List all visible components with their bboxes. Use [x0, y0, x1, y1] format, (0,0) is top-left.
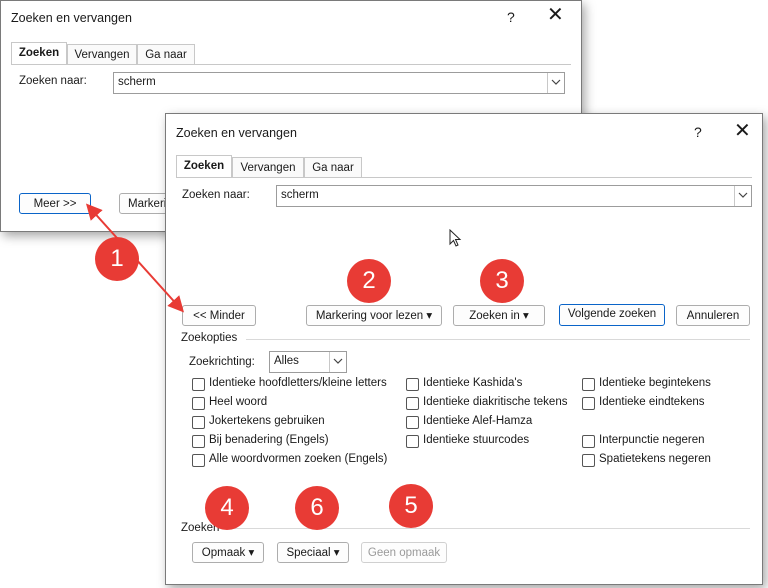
checkbox-sounds-like[interactable]: Bij benadering (Engels): [192, 434, 402, 450]
checkbox-box[interactable]: [406, 416, 419, 429]
checkbox-label: Spatietekens negeren: [599, 453, 711, 465]
tab-vervangen[interactable]: Vervangen: [232, 157, 304, 178]
checkbox-box[interactable]: [192, 378, 205, 391]
find-dropdown-arrow[interactable]: [734, 186, 751, 206]
checkbox-label: Heel woord: [209, 396, 268, 408]
search-options-divider: [246, 339, 750, 340]
mouse-cursor-icon: [449, 229, 462, 247]
front-dialog: Zoeken en vervangen ? ✕ Zoeken Vervangen…: [165, 113, 763, 585]
back-tab-ga-naar[interactable]: Ga naar: [137, 44, 195, 65]
checkbox-match-diacritics[interactable]: Identieke diakritische tekens: [406, 396, 576, 412]
checkbox-box[interactable]: [582, 454, 595, 467]
checkbox-box[interactable]: [192, 416, 205, 429]
tab-ga-naar[interactable]: Ga naar: [304, 157, 362, 178]
back-tab-strip: Zoeken Vervangen Ga naar: [11, 42, 571, 65]
badge-6: 6: [295, 486, 339, 530]
front-dialog-title: Zoeken en vervangen: [176, 126, 297, 140]
badge-3: 3: [480, 259, 524, 303]
search-options-title: Zoekopties: [181, 332, 238, 344]
badge-2: 2: [347, 259, 391, 303]
checkbox-box[interactable]: [192, 397, 205, 410]
front-close-button[interactable]: ✕: [734, 121, 751, 141]
checkbox-box[interactable]: [192, 435, 205, 448]
direction-label: Zoekrichting:: [189, 356, 255, 368]
checkbox-ignore-whitespace[interactable]: Spatietekens negeren: [582, 453, 752, 469]
checkbox-label: Alle woordvormen zoeken (Engels): [209, 453, 388, 465]
badge-1: 1: [95, 237, 139, 281]
checkbox-match-control[interactable]: Identieke stuurcodes: [406, 434, 576, 450]
back-tab-divider: [11, 64, 571, 65]
special-button[interactable]: Speciaal ▾: [277, 542, 349, 563]
front-help-button[interactable]: ?: [694, 124, 702, 140]
back-find-label: Zoeken naar:: [19, 75, 87, 87]
badge-5: 5: [389, 484, 433, 528]
back-find-value: scherm: [118, 76, 156, 88]
checkbox-label: Identieke eindtekens: [599, 396, 705, 408]
direction-dropdown-arrow[interactable]: [329, 352, 346, 372]
reading-highlight-button[interactable]: Markering voor lezen ▾: [306, 305, 442, 326]
back-dialog-title: Zoeken en vervangen: [11, 11, 132, 25]
back-tab-zoeken[interactable]: Zoeken: [11, 42, 67, 65]
checkbox-label: Identieke hoofdletters/kleine letters: [209, 377, 387, 389]
less-button[interactable]: << Minder: [182, 305, 256, 326]
back-find-dropdown-arrow[interactable]: [547, 73, 564, 93]
checkbox-box[interactable]: [406, 378, 419, 391]
chevron-down-icon: [551, 79, 561, 85]
checkbox-label: Identieke diakritische tekens: [423, 396, 568, 408]
more-button[interactable]: Meer >>: [19, 193, 91, 214]
checkbox-ignore-punctuation[interactable]: Interpunctie negeren: [582, 434, 752, 450]
front-tab-divider: [176, 177, 752, 178]
checkbox-label: Identieke stuurcodes: [423, 434, 530, 446]
checkbox-match-alef-hamza[interactable]: Identieke Alef-Hamza: [406, 415, 576, 431]
chevron-down-icon: [738, 192, 748, 198]
find-value: scherm: [281, 189, 319, 201]
find-label: Zoeken naar:: [182, 189, 250, 201]
back-titlebar: Zoeken en vervangen ? ✕: [1, 1, 581, 35]
tab-zoeken[interactable]: Zoeken: [176, 155, 232, 178]
find-next-button[interactable]: Volgende zoeken: [559, 304, 665, 326]
checkbox-label: Bij benadering (Engels): [209, 434, 329, 446]
checkbox-box[interactable]: [406, 397, 419, 410]
cancel-button[interactable]: Annuleren: [676, 305, 750, 326]
checkbox-match-prefix[interactable]: Identieke begintekens: [582, 377, 752, 393]
back-tab-vervangen[interactable]: Vervangen: [67, 44, 137, 65]
checkbox-box[interactable]: [192, 454, 205, 467]
format-button[interactable]: Opmaak ▾: [192, 542, 264, 563]
checkbox-match-case[interactable]: Identieke hoofdletters/kleine letters: [192, 377, 402, 393]
direction-select[interactable]: Alles: [269, 351, 347, 373]
back-close-button[interactable]: ✕: [547, 5, 564, 25]
checkbox-label: Identieke Alef-Hamza: [423, 415, 533, 427]
chevron-down-icon: [333, 358, 343, 364]
checkbox-wildcards[interactable]: Jokertekens gebruiken: [192, 415, 402, 431]
find-input[interactable]: scherm: [276, 185, 752, 207]
checkbox-match-suffix[interactable]: Identieke eindtekens: [582, 396, 752, 412]
checkbox-box[interactable]: [582, 378, 595, 391]
checkbox-label: Jokertekens gebruiken: [209, 415, 325, 427]
checkbox-label: Identieke Kashida's: [423, 377, 523, 389]
checkbox-box[interactable]: [582, 397, 595, 410]
find-in-button[interactable]: Zoeken in ▾: [453, 305, 545, 326]
no-format-button[interactable]: Geen opmaak: [361, 542, 447, 563]
checkbox-label: Interpunctie negeren: [599, 434, 705, 446]
find-section-divider: [222, 528, 750, 529]
checkbox-all-word-forms[interactable]: Alle woordvormen zoeken (Engels): [192, 453, 402, 469]
checkbox-box[interactable]: [406, 435, 419, 448]
badge-4: 4: [205, 486, 249, 530]
front-titlebar: Zoeken en vervangen ? ✕: [166, 114, 762, 148]
back-find-input[interactable]: scherm: [113, 72, 565, 94]
checkbox-label: Identieke begintekens: [599, 377, 711, 389]
front-tab-strip: Zoeken Vervangen Ga naar: [176, 155, 752, 178]
back-help-button[interactable]: ?: [507, 9, 515, 25]
checkbox-match-kashida[interactable]: Identieke Kashida's: [406, 377, 576, 393]
direction-value: Alles: [274, 355, 299, 367]
checkbox-whole-word[interactable]: Heel woord: [192, 396, 402, 412]
checkbox-box[interactable]: [582, 435, 595, 448]
